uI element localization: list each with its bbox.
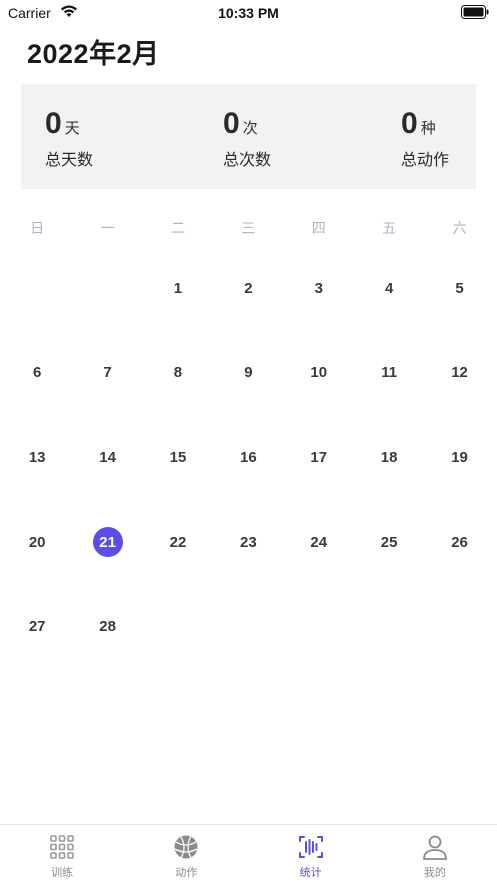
calendar-empty-cell <box>424 612 494 642</box>
calendar-day[interactable]: 9 <box>213 358 283 388</box>
calendar-day[interactable]: 3 <box>284 273 354 303</box>
calendar-day[interactable]: 18 <box>354 442 424 472</box>
calendar-day-number: 1 <box>173 279 183 297</box>
stat-value: 0 <box>401 107 418 140</box>
calendar-empty-cell <box>2 273 72 303</box>
calendar-day[interactable]: 7 <box>72 358 142 388</box>
calendar-day[interactable]: 22 <box>143 527 213 557</box>
calendar-day-number: 16 <box>240 448 257 466</box>
tab-profile[interactable]: 我的 <box>373 825 497 883</box>
stat-total-times: 0 次 总次数 <box>223 108 271 170</box>
calendar-day-number: 15 <box>169 448 187 466</box>
calendar-day-number: 22 <box>169 533 187 551</box>
calendar-day-number: 20 <box>28 533 46 551</box>
calendar-day-number: 4 <box>384 279 394 297</box>
calendar-day-number: 19 <box>451 448 468 466</box>
calendar-day[interactable]: 8 <box>143 358 213 388</box>
calendar-day-number: 23 <box>240 533 257 551</box>
calendar-day-number: 8 <box>173 364 183 382</box>
calendar-day[interactable]: 11 <box>354 358 424 388</box>
calendar-day[interactable]: 17 <box>284 442 354 472</box>
summary-card: 0 天 总天数 0 次 总次数 0 种 总动作 <box>21 84 476 189</box>
calendar-day-number: 13 <box>28 448 46 466</box>
calendar-day[interactable]: 20 <box>2 527 72 557</box>
calendar-day[interactable]: 24 <box>284 527 354 557</box>
tab-training[interactable]: 训练 <box>0 825 124 883</box>
calendar-week-row: 13 14 15 16 17 18 19 <box>2 395 495 480</box>
calendar-empty-cell <box>72 273 142 303</box>
calendar-day-number: 2 <box>244 279 253 297</box>
calendar-day[interactable]: 16 <box>213 442 283 472</box>
calendar-day-number: 11 <box>381 364 398 382</box>
calendar-day[interactable]: 14 <box>72 442 142 472</box>
calendar-day-number: 28 <box>99 618 116 636</box>
clock-time: 10:33 PM <box>218 5 279 21</box>
tab-label: 我的 <box>423 867 446 879</box>
calendar-day[interactable]: 26 <box>424 527 494 557</box>
tab-label: 动作 <box>175 867 198 879</box>
calendar-empty-cell <box>143 612 213 642</box>
calendar-day-number: 5 <box>455 279 464 297</box>
grid-icon <box>50 835 74 859</box>
calendar-week-row: 20 21 22 23 24 25 26 <box>2 480 495 565</box>
calendar-day-number: 12 <box>451 364 468 382</box>
calendar-day-number: 3 <box>314 279 323 297</box>
stat-label: 总天数 <box>45 152 94 169</box>
calendar-day[interactable]: 6 <box>2 358 72 388</box>
calendar-day[interactable]: 1 <box>143 273 213 303</box>
status-bar: Carrier 10:33 PM <box>0 0 497 26</box>
stat-value: 0 <box>223 107 240 140</box>
stat-total-days: 0 天 总天数 <box>45 108 93 170</box>
stat-unit: 种 <box>420 120 436 137</box>
calendar-day[interactable]: 28 <box>72 612 142 642</box>
stat-value: 0 <box>45 107 62 140</box>
calendar-empty-cell <box>354 612 424 642</box>
tab-label: 统计 <box>299 867 322 879</box>
calendar-day[interactable]: 23 <box>213 527 283 557</box>
tab-stats[interactable]: 统计 <box>249 825 373 883</box>
stat-label: 总动作 <box>401 152 450 169</box>
calendar-day[interactable]: 2 <box>213 273 283 303</box>
battery-icon <box>461 5 489 19</box>
stat-unit: 天 <box>64 120 80 137</box>
calendar-day-number: 10 <box>310 364 328 382</box>
calendar-day-number: 14 <box>99 448 116 466</box>
page-title: 2022年2月 <box>27 39 160 69</box>
calendar-day-number: 6 <box>33 364 42 382</box>
tab-label: 训练 <box>51 867 74 879</box>
calendar-week-row: 27 28 <box>2 564 495 649</box>
calendar-day[interactable]: 10 <box>284 358 354 388</box>
calendar-day-number: 24 <box>310 533 328 551</box>
stat-unit: 次 <box>242 120 258 137</box>
stats-icon <box>298 836 323 858</box>
calendar-week-row: 1 2 3 4 5 <box>2 226 495 311</box>
calendar-day[interactable]: 13 <box>2 442 72 472</box>
calendar-day-number: 17 <box>310 448 328 466</box>
user-icon <box>422 835 447 860</box>
stat-label: 总次数 <box>223 152 272 169</box>
calendar-day-number: 27 <box>28 618 46 636</box>
calendar-day-number: 7 <box>103 364 112 382</box>
ball-icon <box>174 835 198 859</box>
calendar-day-number: 18 <box>380 448 398 466</box>
calendar-day-number: 26 <box>451 533 468 551</box>
calendar-day[interactable]: 12 <box>424 358 494 388</box>
calendar-empty-cell <box>284 612 354 642</box>
calendar-day[interactable]: 15 <box>143 442 213 472</box>
calendar-day[interactable]: 21 <box>72 527 142 558</box>
calendar-day[interactable]: 4 <box>354 273 424 303</box>
calendar-day-number: 25 <box>380 533 398 551</box>
calendar-day[interactable]: 5 <box>424 273 494 303</box>
calendar-day[interactable]: 27 <box>2 612 72 642</box>
calendar-day-number: 9 <box>244 364 253 382</box>
tab-actions[interactable]: 动作 <box>124 825 248 883</box>
calendar-grid: 1 2 3 4 5 6 7 8 9 10 11 12 13 14 15 16 17 18 19 20 21 22 23 24 2… <box>2 226 495 649</box>
calendar-day-number: 21 <box>92 527 123 558</box>
calendar-day[interactable]: 19 <box>424 442 494 472</box>
calendar-day[interactable]: 25 <box>354 527 424 557</box>
tab-bar: 训练 动作 统计 我的 <box>0 824 497 883</box>
stat-total-actions: 0 种 总动作 <box>401 108 449 170</box>
calendar-empty-cell <box>213 612 283 642</box>
calendar-week-row: 6 7 8 9 10 11 12 <box>2 311 495 396</box>
